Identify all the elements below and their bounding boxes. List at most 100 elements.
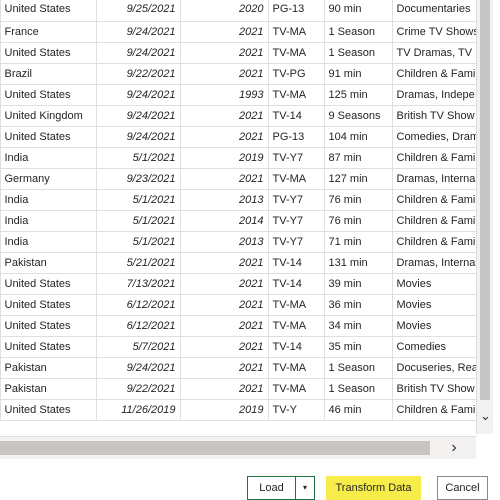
release-year-cell: 2021 — [179, 315, 269, 337]
date-added-cell: 9/23/2021 — [95, 168, 181, 190]
country-cell: Pakistan — [0, 252, 97, 274]
table-row: United Kingdom 9/24/2021 2021 TV-14 9 Season… — [0, 105, 476, 127]
date-added-cell: 9/24/2021 — [95, 357, 181, 379]
preview-table: United States 9/25/2021 2020 PG-13 90 min Doc… — [0, 0, 476, 421]
release-year-cell: 2021 — [179, 42, 269, 64]
genre-cell: British TV Show — [391, 378, 476, 400]
date-added-cell: 6/12/2021 — [95, 294, 181, 316]
rating-cell: TV-Y7 — [267, 189, 325, 211]
genre-cell: Crime TV Shows — [391, 21, 476, 43]
transform-data-button[interactable]: Transform Data — [326, 476, 421, 500]
table-row: United States 5/7/2021 2021 TV-14 35 min Come… — [0, 336, 476, 358]
duration-cell: 91 min — [323, 63, 393, 85]
country-cell: India — [0, 189, 97, 211]
country-cell: Pakistan — [0, 357, 97, 379]
release-year-cell: 2021 — [179, 21, 269, 43]
rating-cell: TV-14 — [267, 336, 325, 358]
release-year-cell: 2021 — [179, 357, 269, 379]
duration-cell: 76 min — [323, 189, 393, 211]
country-cell: United States — [0, 42, 97, 64]
genre-cell: Children & Fami — [391, 63, 476, 85]
table-row: United States 9/24/2021 1993 TV-MA 125 min Dr… — [0, 84, 476, 106]
cancel-button[interactable]: Cancel — [437, 476, 488, 500]
vertical-scroll-thumb[interactable] — [480, 0, 490, 400]
date-added-cell: 5/7/2021 — [95, 336, 181, 358]
duration-cell: 125 min — [323, 84, 393, 106]
country-cell: United States — [0, 294, 97, 316]
duration-cell: 9 Seasons — [323, 105, 393, 127]
date-added-cell: 9/24/2021 — [95, 105, 181, 127]
duration-cell: 90 min — [323, 0, 393, 22]
load-button[interactable]: Load — [247, 476, 295, 500]
release-year-cell: 2013 — [179, 189, 269, 211]
duration-cell: 1 Season — [323, 21, 393, 43]
rating-cell: PG-13 — [267, 0, 325, 22]
date-added-cell: 5/21/2021 — [95, 252, 181, 274]
release-year-cell: 2021 — [179, 273, 269, 295]
release-year-cell: 2014 — [179, 210, 269, 232]
genre-cell: Comedies, Dram — [391, 126, 476, 148]
duration-cell: 71 min — [323, 231, 393, 253]
table-row: India 5/1/2021 2019 TV-Y7 87 min Children & F… — [0, 147, 476, 169]
rating-cell: TV-MA — [267, 378, 325, 400]
rating-cell: TV-MA — [267, 168, 325, 190]
country-cell: Brazil — [0, 63, 97, 85]
table-row: United States 9/25/2021 2020 PG-13 90 min Doc… — [0, 0, 476, 22]
load-dropdown-icon[interactable]: ▾ — [295, 476, 315, 500]
country-cell: Pakistan — [0, 378, 97, 400]
country-cell: India — [0, 147, 97, 169]
country-cell: United States — [0, 273, 97, 295]
date-added-cell: 9/24/2021 — [95, 21, 181, 43]
rating-cell: TV-14 — [267, 105, 325, 127]
table-row: Pakistan 9/24/2021 2021 TV-MA 1 Season Docuse… — [0, 357, 476, 379]
release-year-cell: 2019 — [179, 147, 269, 169]
country-cell: United States — [0, 399, 97, 421]
date-added-cell: 9/22/2021 — [95, 378, 181, 400]
duration-cell: 104 min — [323, 126, 393, 148]
genre-cell: Documentaries — [391, 0, 476, 22]
rating-cell: TV-14 — [267, 252, 325, 274]
genre-cell: British TV Show — [391, 105, 476, 127]
table-row: India 5/1/2021 2013 TV-Y7 76 min Children & F… — [0, 189, 476, 211]
country-cell: United States — [0, 315, 97, 337]
table-row: Brazil 9/22/2021 2021 TV-PG 91 min Children &… — [0, 63, 476, 85]
country-cell: United Kingdom — [0, 105, 97, 127]
release-year-cell: 2021 — [179, 168, 269, 190]
genre-cell: Docuseries, Real — [391, 357, 476, 379]
release-year-cell: 2020 — [179, 0, 269, 22]
date-added-cell: 5/1/2021 — [95, 189, 181, 211]
rating-cell: TV-MA — [267, 315, 325, 337]
country-cell: France — [0, 21, 97, 43]
horizontal-scrollbar[interactable]: › — [0, 436, 476, 459]
release-year-cell: 2021 — [179, 105, 269, 127]
genre-cell: Movies — [391, 315, 476, 337]
duration-cell: 1 Season — [323, 357, 393, 379]
release-year-cell: 2021 — [179, 378, 269, 400]
date-added-cell: 5/1/2021 — [95, 147, 181, 169]
date-added-cell: 9/24/2021 — [95, 84, 181, 106]
vertical-scrollbar[interactable]: ⌄ — [476, 0, 493, 434]
duration-cell: 131 min — [323, 252, 393, 274]
genre-cell: Children & Fami — [391, 147, 476, 169]
release-year-cell: 2021 — [179, 63, 269, 85]
release-year-cell: 2021 — [179, 336, 269, 358]
release-year-cell: 1993 — [179, 84, 269, 106]
rating-cell: PG-13 — [267, 126, 325, 148]
scroll-right-icon[interactable]: › — [446, 439, 462, 457]
duration-cell: 35 min — [323, 336, 393, 358]
date-added-cell: 5/1/2021 — [95, 210, 181, 232]
release-year-cell: 2021 — [179, 294, 269, 316]
rating-cell: TV-PG — [267, 63, 325, 85]
duration-cell: 1 Season — [323, 42, 393, 64]
country-cell: United States — [0, 336, 97, 358]
scroll-down-icon[interactable]: ⌄ — [480, 409, 491, 422]
rating-cell: TV-14 — [267, 273, 325, 295]
rating-cell: TV-MA — [267, 84, 325, 106]
rating-cell: TV-Y — [267, 399, 325, 421]
genre-cell: Children & Fami — [391, 210, 476, 232]
horizontal-scroll-thumb[interactable] — [0, 441, 430, 455]
rating-cell: TV-MA — [267, 294, 325, 316]
duration-cell: 1 Season — [323, 378, 393, 400]
country-cell: India — [0, 231, 97, 253]
rating-cell: TV-MA — [267, 42, 325, 64]
